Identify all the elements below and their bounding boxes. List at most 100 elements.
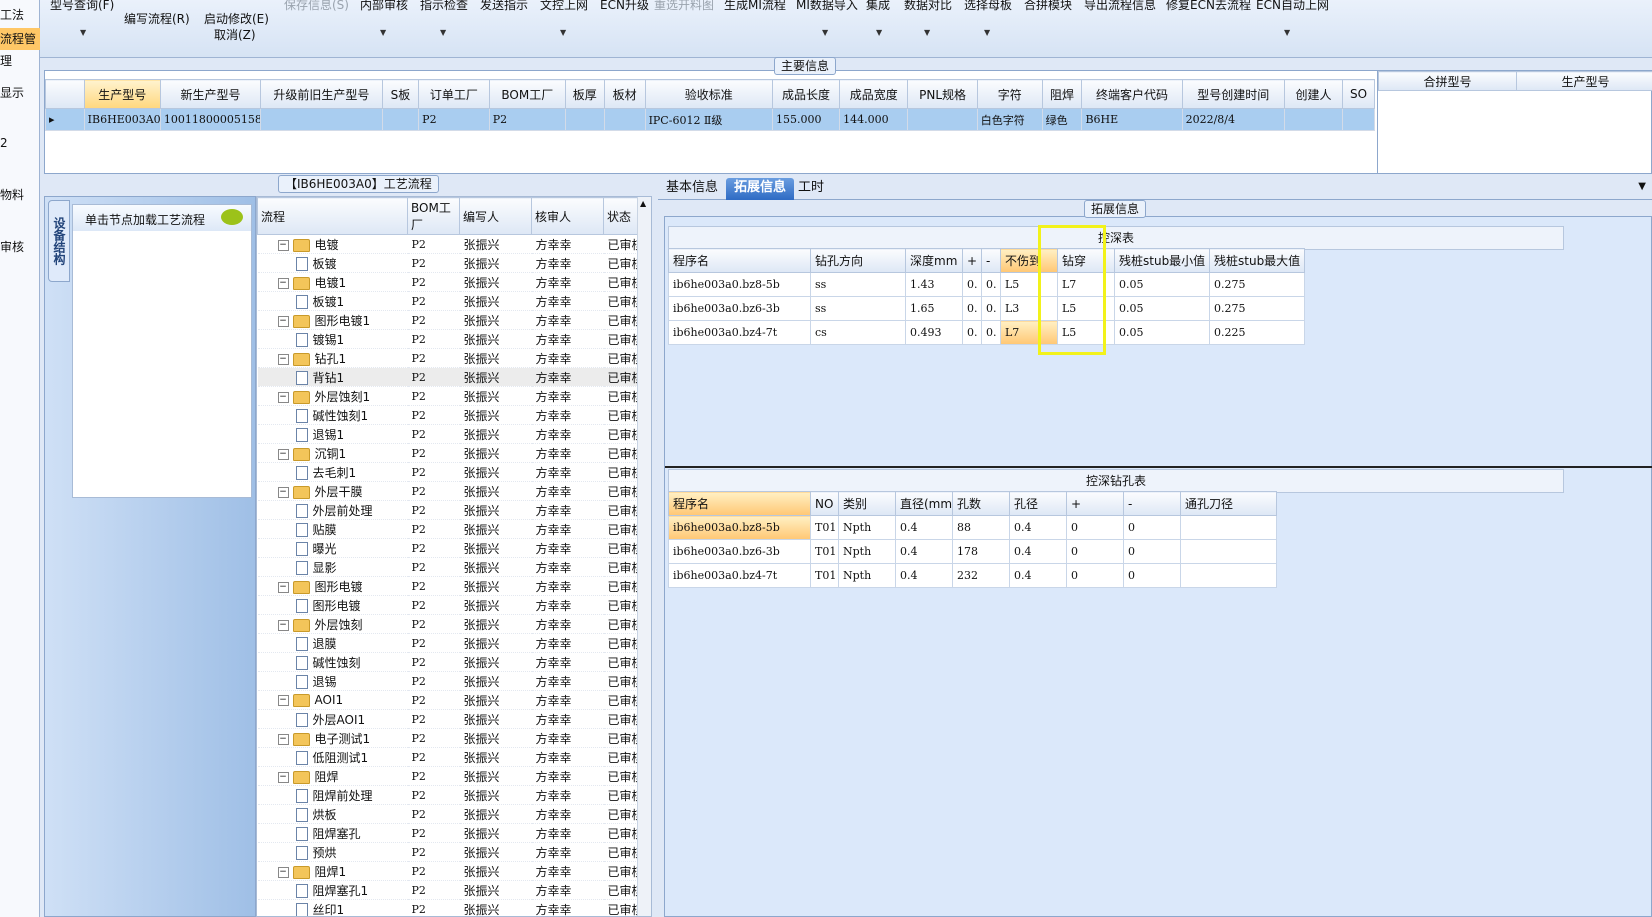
col-header[interactable]: 钻孔方向 xyxy=(810,248,906,273)
col-header[interactable]: BOM工厂 xyxy=(407,197,460,235)
toolbar-send-instruction-button[interactable]: 发送指示 xyxy=(480,0,528,13)
tree-cell-reviewer[interactable]: 方幸幸 xyxy=(531,367,604,387)
tree-cell-factory[interactable]: P2 xyxy=(407,728,460,748)
table-row[interactable]: ▸ IB6HE003A0 10011800005158 P2 P2 IPC-60… xyxy=(45,108,1376,131)
tree-cell-factory[interactable]: P2 xyxy=(407,538,460,558)
tree-cell-reviewer[interactable]: 方幸幸 xyxy=(531,614,604,634)
toolbar-write-flow-button[interactable]: 编写流程(R) xyxy=(124,10,190,27)
tree-cell-writer[interactable]: 张振兴 xyxy=(459,652,532,672)
tree-row[interactable]: 图形电镀 P2 张振兴 方幸幸 已审核 xyxy=(257,595,651,615)
chevron-down-icon[interactable]: ▼ xyxy=(1638,181,1646,192)
table-row[interactable]: ib6he003a0.bz4-7t cs 0.493 0. 0. L7 L5 0.05 0.22… xyxy=(668,320,1305,345)
tree-node[interactable]: 阻焊前处理 xyxy=(257,785,408,805)
table-cell[interactable]: 0. xyxy=(981,272,1001,297)
table-cell[interactable]: B6HE xyxy=(1081,108,1183,131)
col-header[interactable]: 订单工厂 xyxy=(418,79,490,109)
toolbar-save-button[interactable]: 保存信息(S) xyxy=(284,0,349,13)
toolbar-internal-review-button[interactable]: 内部审核 xyxy=(360,0,408,13)
tree-row[interactable]: 镀锡1 P2 张振兴 方幸幸 已审核 xyxy=(257,329,651,349)
table-cell[interactable]: ib6he003a0.bz6-3b xyxy=(668,539,811,564)
col-header[interactable]: 型号创建时间 xyxy=(1181,79,1285,109)
col-header[interactable]: 板材 xyxy=(603,79,646,109)
tree-cell-writer[interactable]: 张振兴 xyxy=(459,785,532,805)
tree-cell-reviewer[interactable]: 方幸幸 xyxy=(531,576,604,596)
table-row[interactable]: ib6he003a0.bz8-5b T01 Npth 0.4 88 0.4 0 0 xyxy=(668,515,1277,540)
tree-cell-factory[interactable]: P2 xyxy=(407,443,460,463)
col-header[interactable]: 成品长度 xyxy=(771,79,841,109)
col-header[interactable]: 通孔刀径 xyxy=(1180,491,1277,516)
chevron-down-icon[interactable]: ▼ xyxy=(560,28,566,37)
table-cell[interactable]: 0. xyxy=(962,272,982,297)
tree-cell-writer[interactable]: 张振兴 xyxy=(459,880,532,900)
tree-node[interactable]: 曝光 xyxy=(257,538,408,558)
table-cell[interactable]: 0. xyxy=(981,296,1001,321)
table-row[interactable]: ib6he003a0.bz6-3b T01 Npth 0.4 178 0.4 0 0 xyxy=(668,539,1277,564)
collapse-icon[interactable]: − xyxy=(277,315,289,327)
tree-cell-factory[interactable]: P2 xyxy=(407,329,460,349)
collapse-icon[interactable]: − xyxy=(277,239,289,251)
table-cell[interactable]: 0.05 xyxy=(1114,272,1210,297)
tree-cell-reviewer[interactable]: 方幸幸 xyxy=(531,595,604,615)
table-cell[interactable]: IB6HE003A0 xyxy=(83,108,161,131)
table-cell[interactable]: 88 xyxy=(952,515,1010,540)
col-header[interactable]: + xyxy=(1066,491,1124,516)
table-cell[interactable]: 0.225 xyxy=(1209,320,1305,345)
table-cell[interactable] xyxy=(1341,108,1376,131)
tree-row[interactable]: 退锡 P2 张振兴 方幸幸 已审核 xyxy=(257,671,651,691)
tree-row[interactable]: − 外层干膜 P2 张振兴 方幸幸 已审核 xyxy=(257,481,651,501)
table-cell[interactable]: 0.05 xyxy=(1114,296,1210,321)
tree-node[interactable]: − 电镀1 xyxy=(257,272,408,292)
tree-cell-reviewer[interactable]: 方幸幸 xyxy=(531,823,604,843)
tree-cell-factory[interactable]: P2 xyxy=(407,709,460,729)
tree-cell-reviewer[interactable]: 方幸幸 xyxy=(531,899,604,916)
tree-cell-reviewer[interactable]: 方幸幸 xyxy=(531,766,604,786)
tree-cell-factory[interactable]: P2 xyxy=(407,424,460,444)
table-cell[interactable]: 0. xyxy=(981,320,1001,345)
tree-cell-writer[interactable]: 张振兴 xyxy=(459,272,532,292)
tree-cell-writer[interactable]: 张振兴 xyxy=(459,728,532,748)
toolbar-fix-ecn-button[interactable]: 修复ECN去流程 xyxy=(1166,0,1251,13)
tree-cell-writer[interactable]: 张振兴 xyxy=(459,424,532,444)
chevron-down-icon[interactable]: ▼ xyxy=(80,28,86,37)
tree-cell-factory[interactable]: P2 xyxy=(407,595,460,615)
table-cell[interactable]: 0 xyxy=(1123,539,1181,564)
tree-cell-factory[interactable]: P2 xyxy=(407,899,460,916)
collapse-icon[interactable]: − xyxy=(277,448,289,460)
table-cell[interactable]: ib6he003a0.bz8-5b xyxy=(668,272,811,297)
table-cell[interactable] xyxy=(603,108,646,131)
tree-row[interactable]: 外层前处理 P2 张振兴 方幸幸 已审核 xyxy=(257,500,651,520)
col-header[interactable]: 创建人 xyxy=(1283,79,1343,109)
tree-cell-factory[interactable]: P2 xyxy=(407,519,460,539)
tree-cell-reviewer[interactable]: 方幸幸 xyxy=(531,538,604,558)
tree-cell-reviewer[interactable]: 方幸幸 xyxy=(531,234,604,254)
table-cell[interactable]: ib6he003a0.bz6-3b xyxy=(668,296,811,321)
tree-cell-factory[interactable]: P2 xyxy=(407,614,460,634)
tree-node[interactable]: 镀锡1 xyxy=(257,329,408,349)
table-cell[interactable]: 0. xyxy=(962,320,982,345)
tree-node[interactable]: 贴膜 xyxy=(257,519,408,539)
table-cell[interactable] xyxy=(1283,108,1343,131)
table-cell[interactable]: P2 xyxy=(488,108,566,131)
chevron-down-icon[interactable]: ▼ xyxy=(876,28,882,37)
tree-row[interactable]: − 外层蚀刻 P2 张振兴 方幸幸 已审核 xyxy=(257,614,651,634)
tree-cell-factory[interactable]: P2 xyxy=(407,253,460,273)
tree-cell-factory[interactable]: P2 xyxy=(407,671,460,691)
table-cell[interactable]: 0.05 xyxy=(1114,320,1210,345)
tree-row[interactable]: − 沉铜1 P2 张振兴 方幸幸 已审核 xyxy=(257,443,651,463)
tree-cell-factory[interactable]: P2 xyxy=(407,291,460,311)
col-header[interactable]: 残桩stub最大值 xyxy=(1209,248,1305,273)
tree-cell-factory[interactable]: P2 xyxy=(407,861,460,881)
tree-row[interactable]: 外层AOI1 P2 张振兴 方幸幸 已审核 xyxy=(257,709,651,729)
tree-cell-reviewer[interactable]: 方幸幸 xyxy=(531,405,604,425)
toolbar-data-compare-button[interactable]: 数据对比 xyxy=(904,0,952,13)
tree-node[interactable]: − 电镀 xyxy=(257,234,408,254)
tree-cell-factory[interactable]: P2 xyxy=(407,785,460,805)
table-cell[interactable]: 144.000 xyxy=(839,108,909,131)
col-header[interactable]: 编写人 xyxy=(459,197,532,235)
tree-node[interactable]: − 阻焊 xyxy=(257,766,408,786)
tree-row[interactable]: − 电子测试1 P2 张振兴 方幸幸 已审核 xyxy=(257,728,651,748)
col-header[interactable]: 核审人 xyxy=(531,197,604,235)
col-header[interactable]: BOM工厂 xyxy=(488,79,566,109)
chevron-down-icon[interactable]: ▼ xyxy=(380,28,386,37)
col-header[interactable]: 孔数 xyxy=(952,491,1010,516)
